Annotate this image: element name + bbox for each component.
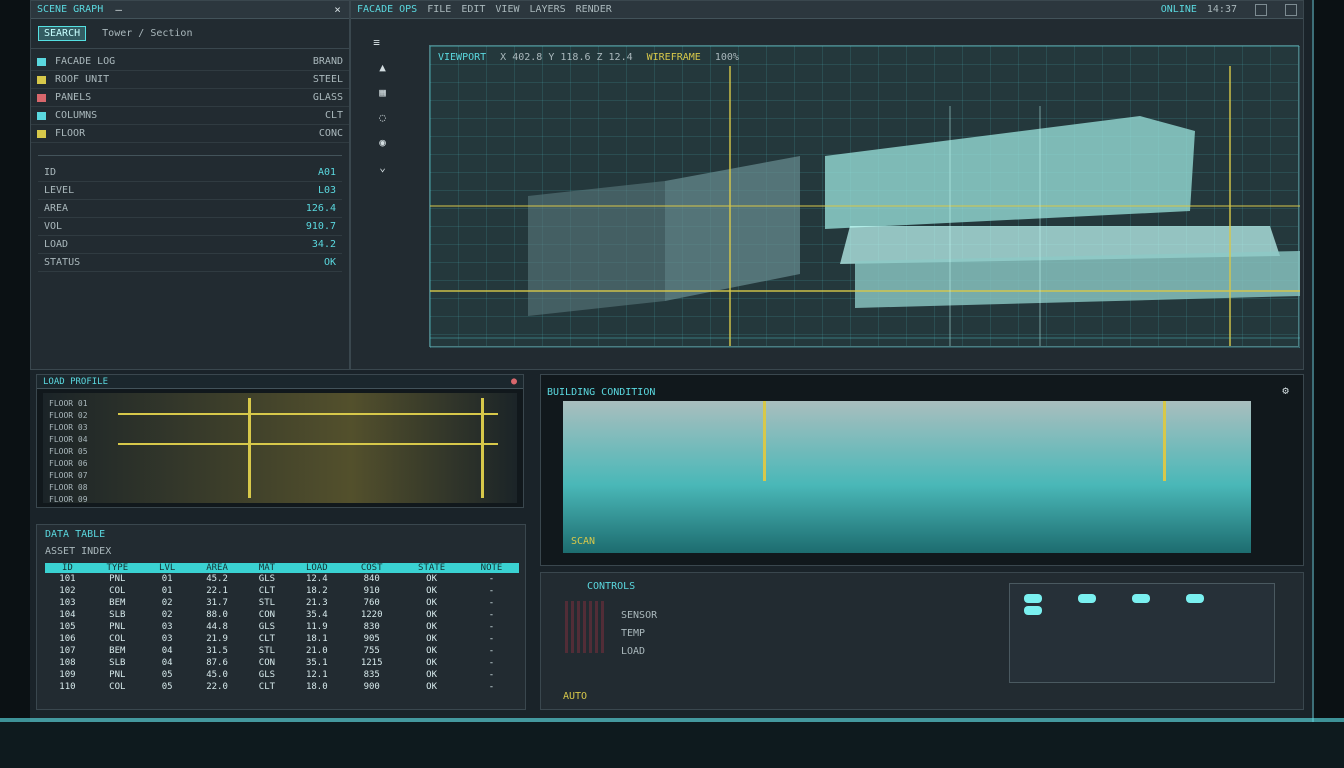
controls-title: CONTROLS (587, 581, 636, 592)
table-header-cell: STATE (399, 563, 465, 573)
table-header: DATA TABLE ASSET INDEX (37, 525, 525, 557)
table-header-cell: MAT (244, 563, 290, 573)
list-item[interactable]: ROOF UNIT STEEL (31, 71, 349, 89)
chart-series-label: FLOOR 04 (49, 435, 88, 444)
list-item[interactable]: PANELS GLASS (31, 89, 349, 107)
cursor-icon[interactable]: ▲ (377, 61, 388, 74)
table-subtitle: ASSET INDEX (45, 546, 112, 557)
scene-graph-title: SCENE GRAPH (37, 4, 104, 15)
chevron-down-icon[interactable]: ⌄ (377, 161, 388, 174)
alert-icon[interactable]: ● (511, 376, 517, 387)
chart-series-label: FLOOR 05 (49, 447, 88, 456)
table-row[interactable]: 103 BEM 02 31.7 STL 21.3 760 OK - (45, 597, 519, 609)
table-title: DATA TABLE (45, 529, 106, 540)
minimize-icon[interactable]: – (113, 3, 124, 16)
building-wireframe (430, 46, 1300, 348)
chart-series-label: FLOOR 03 (49, 423, 88, 432)
toggle-button[interactable] (1186, 594, 1205, 603)
time-label: 14:37 (1206, 4, 1237, 15)
table-row[interactable]: 108 SLB 04 87.6 CON 35.1 1215 OK - (45, 657, 519, 669)
tool-strip: ≡ ▲ ▦ ◌ ◉ ⌄ (359, 29, 409, 329)
table-header-cell: AREA (189, 563, 245, 573)
hamburger-icon[interactable]: ≡ (371, 36, 382, 49)
menu-render[interactable]: RENDER (576, 4, 612, 15)
control-line: LOAD (621, 646, 646, 657)
window-button[interactable] (1285, 3, 1297, 16)
property-row: STATUS OK (38, 254, 342, 272)
scan-mode: SCAN (571, 536, 596, 547)
controls-panel: CONTROLS SENSOR TEMP LOAD AUTO (540, 572, 1304, 710)
toggle-button[interactable] (1078, 594, 1097, 603)
control-line: SENSOR (621, 610, 658, 621)
building-scan[interactable]: SCAN (563, 401, 1251, 553)
mode-label: AUTO (563, 691, 588, 702)
table-row[interactable]: 101 PNL 01 45.2 GLS 12.4 840 OK - (45, 573, 519, 585)
table-header-cell: TYPE (89, 563, 145, 573)
property-row: LEVEL L03 (38, 182, 342, 200)
table-header-cell: COST (344, 563, 400, 573)
data-table-panel: DATA TABLE ASSET INDEX ID TYPE LVL AREA … (36, 524, 526, 710)
orbit-icon[interactable]: ◌ (377, 111, 388, 124)
chart-series-label: FLOOR 02 (49, 411, 88, 420)
property-row: AREA 126.4 (38, 200, 342, 218)
menu-layers[interactable]: LAYERS (530, 4, 566, 15)
menu-file[interactable]: FILE (427, 4, 451, 15)
table-header-cell: LVL (144, 563, 190, 573)
table-header-cell: ID (45, 563, 90, 573)
render-title: BUILDING CONDITION (547, 387, 656, 398)
search-label: SEARCH (38, 26, 87, 41)
control-line: TEMP (621, 628, 646, 639)
list-item[interactable]: FLOOR CONC (31, 125, 349, 143)
camera-icon[interactable]: ◉ (377, 136, 388, 149)
chart-series-label: FLOOR 08 (49, 483, 88, 492)
table-row[interactable]: 106 COL 03 21.9 CLT 18.1 905 OK - (45, 633, 519, 645)
viewport-menu-bar: FACADE OPS FILE EDIT VIEW LAYERS RENDER … (351, 1, 1303, 19)
settings-icon[interactable]: ⚙ (1280, 384, 1291, 397)
list-item[interactable]: FACADE LOG BRAND (31, 53, 349, 71)
screen-bezel (0, 722, 1344, 768)
status-label: ONLINE (1160, 4, 1197, 15)
grid-icon[interactable]: ▦ (377, 86, 388, 99)
close-icon[interactable]: × (332, 3, 343, 16)
scene-graph-panel: SCENE GRAPH – × SEARCH Tower / Section F… (30, 0, 350, 370)
toggle-panel (1009, 583, 1275, 683)
chart-series-label: FLOOR 01 (49, 399, 88, 408)
asset-table: ID TYPE LVL AREA MAT LOAD COST STATE NOT… (45, 563, 519, 693)
chart-series-label: FLOOR 07 (49, 471, 88, 480)
app-frame: SCENE GRAPH – × SEARCH Tower / Section F… (30, 0, 1314, 724)
3d-viewport[interactable]: VIEWPORT X 402.8 Y 118.6 Z 12.4 WIREFRAM… (429, 45, 1300, 348)
property-row: ID A01 (38, 164, 342, 182)
chart-title: LOAD PROFILE (43, 376, 109, 387)
render-panel: BUILDING CONDITION ⚙ SCAN (540, 374, 1304, 566)
property-row: VOL 910.7 (38, 218, 342, 236)
table-header-cell: LOAD (289, 563, 345, 573)
load-chart: FLOOR 01 FLOOR 02 FLOOR 03 FLOOR 04 FLOO… (43, 393, 517, 506)
app-title: FACADE OPS (357, 4, 418, 15)
table-row[interactable]: 105 PNL 03 44.8 GLS 11.9 830 OK - (45, 621, 519, 633)
table-row[interactable]: 110 COL 05 22.0 CLT 18.0 900 OK - (45, 681, 519, 693)
load-profile-panel: LOAD PROFILE ● FLOOR 01 FLOOR 02 FLOOR 0… (36, 374, 524, 508)
table-row[interactable]: 109 PNL 05 45.0 GLS 12.1 835 OK - (45, 669, 519, 681)
toggle-button[interactable] (1024, 594, 1042, 603)
search-input-value[interactable]: Tower / Section (102, 28, 192, 39)
chart-header: LOAD PROFILE ● (37, 375, 523, 389)
table-scroll[interactable]: ID TYPE LVL AREA MAT LOAD COST STATE NOT… (45, 563, 519, 705)
viewport-panel: FACADE OPS FILE EDIT VIEW LAYERS RENDER … (350, 0, 1304, 370)
list-item[interactable]: COLUMNS CLT (31, 107, 349, 125)
toggle-button[interactable] (1024, 606, 1042, 615)
window-button[interactable] (1255, 3, 1267, 16)
table-row[interactable]: 104 SLB 02 88.0 CON 35.4 1220 OK - (45, 609, 519, 621)
scene-graph-header: SCENE GRAPH – × (31, 1, 349, 19)
table-row[interactable]: 102 COL 01 22.1 CLT 18.2 910 OK - (45, 585, 519, 597)
table-row[interactable]: 107 BEM 04 31.5 STL 21.0 755 OK - (45, 645, 519, 657)
chart-series-label: FLOOR 06 (49, 459, 88, 468)
chart-lines: FLOOR 01 FLOOR 02 FLOOR 03 FLOOR 04 FLOO… (49, 398, 88, 506)
property-row: LOAD 34.2 (38, 236, 342, 254)
table-header-cell: NOTE (464, 563, 519, 573)
chart-series-label: FLOOR 09 (49, 495, 88, 504)
toggle-button[interactable] (1132, 594, 1151, 603)
menu-view[interactable]: VIEW (495, 4, 519, 15)
menu-edit[interactable]: EDIT (461, 4, 485, 15)
